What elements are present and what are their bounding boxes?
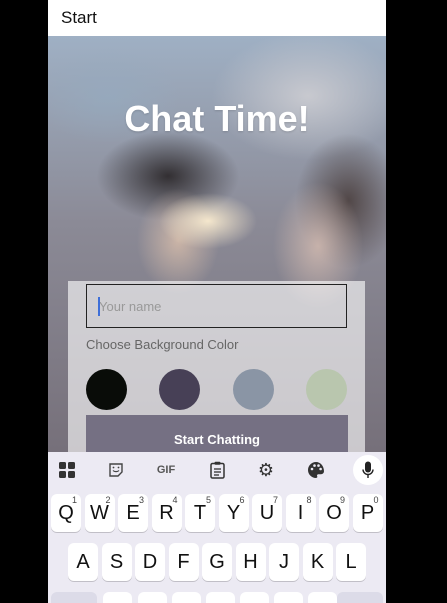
key-q[interactable]: Q1 [51,494,81,532]
name-input[interactable] [86,284,347,328]
key-x[interactable] [138,592,167,603]
key-w[interactable]: W2 [84,494,115,532]
key-b[interactable] [240,592,269,603]
key-g[interactable]: G [202,543,232,581]
keyboard-toolbar: GIF ⚙ [48,452,386,488]
key-label: P [360,501,375,524]
color-swatch-grey-blue[interactable] [233,369,274,410]
text-cursor [98,297,100,316]
key-t[interactable]: T5 [185,494,215,532]
key-z[interactable] [103,592,132,603]
key-a[interactable]: A [68,543,98,581]
key-s[interactable]: S [101,543,132,581]
key-label: Y [226,501,241,524]
microphone-icon [357,460,379,480]
key-number-hint: 9 [339,495,345,505]
key-i[interactable]: I8 [285,494,316,532]
backspace-key[interactable] [337,592,383,603]
key-n[interactable] [274,592,303,603]
color-swatch-purple[interactable] [159,369,200,410]
key-m[interactable] [308,592,337,603]
background-image: Chat Time! Choose Background Color Start… [48,36,386,465]
key-e[interactable]: E3 [118,494,148,532]
grid-apps-icon[interactable] [56,460,78,480]
key-f[interactable]: F [168,543,199,581]
key-number-hint: 0 [373,495,379,505]
key-d[interactable]: D [135,543,165,581]
key-h[interactable]: H [235,543,266,581]
key-u[interactable]: U7 [252,494,282,532]
palette-icon[interactable] [305,460,327,480]
sticker-icon[interactable] [105,460,127,480]
key-o[interactable]: O9 [319,494,349,532]
start-form-card: Choose Background Color Start Chatting [68,281,365,465]
app-title: Chat Time! [124,98,310,139]
phone-screen: Start Chat Time! Choose Background Color… [48,0,386,603]
gear-icon[interactable]: ⚙ [255,460,277,480]
key-label: T [193,501,207,524]
key-number-hint: 4 [172,495,178,505]
key-k[interactable]: K [302,543,333,581]
gif-button[interactable]: GIF [152,460,180,480]
color-swatch-green[interactable] [306,369,347,410]
clipboard-icon[interactable] [206,460,228,480]
key-label: I [297,501,304,524]
key-v[interactable] [206,592,235,603]
shift-key[interactable] [51,592,97,603]
key-p[interactable]: P0 [352,494,383,532]
app-bar: Start [48,0,386,36]
key-l[interactable]: L [336,543,366,581]
key-c[interactable] [172,592,201,603]
soft-keyboard: GIF ⚙ Q1W2E3R4T5Y6U7I8O9P0 ASDFGHJKL [48,452,386,603]
color-swatch-black[interactable] [86,369,127,410]
key-label: E [126,501,140,524]
key-number-hint: 1 [71,495,77,505]
key-number-hint: 2 [105,495,111,505]
key-j[interactable]: J [269,543,299,581]
key-y[interactable]: Y6 [218,494,249,532]
key-number-hint: 8 [306,495,312,505]
key-number-hint: 7 [272,495,278,505]
app-bar-title: Start [61,8,97,27]
choose-color-label: Choose Background Color [86,337,239,352]
key-number-hint: 3 [138,495,144,505]
microphone-button[interactable] [353,455,383,485]
key-r[interactable]: R4 [151,494,182,532]
key-number-hint: 5 [205,495,211,505]
key-number-hint: 6 [239,495,245,505]
